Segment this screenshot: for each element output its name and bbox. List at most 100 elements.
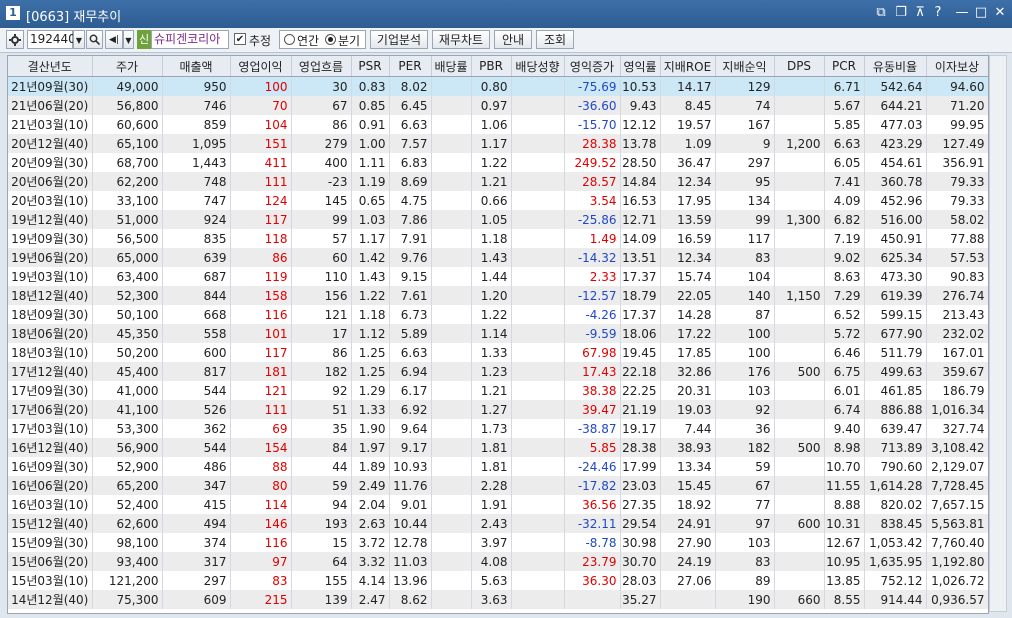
company-analysis-button[interactable]: 기업분석 <box>370 30 428 49</box>
table-cell: 38.93 <box>660 438 716 457</box>
table-row[interactable]: 18년06월(20) 45,350 558 101 17 1.12 5.89 1.14 -9.5… <box>8 324 988 343</box>
table-cell <box>431 495 472 514</box>
table-cell: 90.83 <box>926 267 988 286</box>
table-cell: 15.74 <box>660 267 716 286</box>
table-cell: 97 <box>230 552 292 571</box>
column-header[interactable]: 배당률 <box>431 56 472 77</box>
table-row[interactable]: 20년06월(20) 62,200 748 111 -23 1.19 8.69 1.21 28.… <box>8 172 988 191</box>
financial-trend-grid[interactable]: 결산년도 주가 매출액 영업이익 영업흐름 PSR PER 배당률 PBR 배당성향 영익증가 영익률… <box>7 55 989 614</box>
table-row[interactable]: 17년03월(10) 53,300 362 69 35 1.90 9.64 1.73 -38.8… <box>8 419 988 438</box>
table-row[interactable]: 20년09월(30) 68,700 1,443 411 400 1.11 6.83 1.22 2… <box>8 153 988 172</box>
table-row[interactable]: 16년03월(10) 52,400 415 114 94 2.04 9.01 1.91 36.5… <box>8 495 988 514</box>
estimate-checkbox[interactable]: ✔ <box>234 33 246 45</box>
table-cell: 17.95 <box>660 191 716 210</box>
speaker-button[interactable]: ◀| <box>105 30 123 49</box>
minimize-icon[interactable]: — <box>954 5 970 21</box>
table-cell: 279 <box>291 134 352 153</box>
help-icon[interactable]: ? <box>930 5 946 21</box>
table-cell: 154 <box>230 438 292 457</box>
column-header[interactable]: 배당성향 <box>511 56 565 77</box>
column-header[interactable]: 이자보상 <box>926 56 988 77</box>
table-cell: 1.25 <box>351 343 390 362</box>
column-header[interactable]: 지배순익 <box>715 56 775 77</box>
table-cell: 18년12월(40) <box>8 286 93 305</box>
vertical-scrollbar[interactable] <box>989 55 1007 612</box>
table-row[interactable]: 17년12월(40) 45,400 817 181 182 1.25 6.94 1.23 17.… <box>8 362 988 381</box>
table-row[interactable]: 17년06월(20) 41,100 526 111 51 1.33 6.92 1.27 39.4… <box>8 400 988 419</box>
table-cell: 103 <box>715 381 775 400</box>
table-row[interactable]: 14년12월(40) 75,300 609 215 139 2.47 8.62 3.63 35.… <box>8 590 988 609</box>
table-row[interactable]: 16년06월(20) 65,200 347 80 59 2.49 11.76 2.28 -17.… <box>8 476 988 495</box>
table-cell: 181 <box>230 362 292 381</box>
table-row[interactable]: 19년03월(10) 63,400 687 119 110 1.43 9.15 1.44 2.3… <box>8 267 988 286</box>
copy-window-icon[interactable]: ❐ <box>893 5 909 21</box>
table-cell: 3,108.42 <box>926 438 988 457</box>
table-cell: 1.22 <box>351 286 390 305</box>
table-row[interactable]: 19년06월(20) 65,000 639 86 60 1.42 9.76 1.43 -14.3… <box>8 248 988 267</box>
table-cell: 820.02 <box>864 495 927 514</box>
table-row[interactable]: 19년09월(30) 56,500 835 118 57 1.17 7.91 1.18 1.49… <box>8 229 988 248</box>
column-header[interactable]: 매출액 <box>162 56 231 77</box>
column-header[interactable]: 영익률 <box>620 56 661 77</box>
table-cell: 127.49 <box>926 134 988 153</box>
table-cell: 65,100 <box>92 134 163 153</box>
table-cell <box>774 229 825 248</box>
table-cell: 56,900 <box>92 438 163 457</box>
table-cell <box>511 286 565 305</box>
table-row[interactable]: 16년09월(30) 52,900 486 88 44 1.89 10.93 1.81 -24.… <box>8 457 988 476</box>
table-cell <box>431 514 472 533</box>
table-row[interactable]: 21년03월(10) 60,600 859 104 86 0.91 6.63 1.06 -15.… <box>8 115 988 134</box>
table-row[interactable]: 18년03월(10) 50,200 600 117 86 1.25 6.63 1.33 67.9… <box>8 343 988 362</box>
table-cell: 17년03월(10) <box>8 419 93 438</box>
table-row[interactable]: 19년12월(40) 51,000 924 117 99 1.03 7.86 1.05 -25.… <box>8 210 988 229</box>
table-cell: 19년09월(30) <box>8 229 93 248</box>
column-header[interactable]: 영업흐름 <box>291 56 352 77</box>
table-row[interactable]: 16년12월(40) 56,900 544 154 84 1.97 9.17 1.81 5.85… <box>8 438 988 457</box>
radio-quarter[interactable] <box>325 34 336 45</box>
stock-code-input[interactable]: 192440 <box>27 30 76 49</box>
table-cell: 6.17 <box>389 381 432 400</box>
column-header[interactable]: 주가 <box>92 56 163 77</box>
close-icon[interactable]: ✕ <box>992 5 1008 21</box>
table-row[interactable]: 20년03월(10) 33,100 747 124 145 0.65 4.75 0.66 3.5… <box>8 191 988 210</box>
column-header[interactable]: PSR <box>351 56 390 77</box>
column-header[interactable]: DPS <box>774 56 825 77</box>
table-row[interactable]: 15년09월(30) 98,100 374 116 15 3.72 12.78 3.97 -8.… <box>8 533 988 552</box>
table-row[interactable]: 17년09월(30) 41,000 544 121 92 1.29 6.17 1.21 38.3… <box>8 381 988 400</box>
search-button[interactable] <box>86 30 103 49</box>
link-window-icon[interactable]: ⧉ <box>873 5 889 21</box>
table-cell: 29.54 <box>620 514 661 533</box>
column-header[interactable]: 영업이익 <box>230 56 292 77</box>
column-header[interactable]: PER <box>389 56 432 77</box>
table-row[interactable]: 21년06월(20) 56,800 746 70 67 0.85 6.45 0.97 -36.6… <box>8 96 988 115</box>
table-row[interactable]: 15년06월(20) 93,400 317 97 64 3.32 11.03 4.08 23.7… <box>8 552 988 571</box>
table-cell: 6.05 <box>824 153 865 172</box>
table-row[interactable]: 20년12월(40) 65,100 1,095 151 279 1.00 7.57 1.17 2… <box>8 134 988 153</box>
column-header[interactable]: PCR <box>824 56 865 77</box>
column-header[interactable]: 영익증가 <box>564 56 621 77</box>
column-header[interactable]: 결산년도 <box>8 56 93 77</box>
guide-button[interactable]: 안내 <box>494 30 532 49</box>
maximize-icon[interactable]: □ <box>973 5 989 21</box>
table-cell: 64 <box>291 552 352 571</box>
table-row[interactable]: 15년03월(10) 121,200 297 83 155 4.14 13.96 5.63 36… <box>8 571 988 590</box>
table-row[interactable]: 18년09월(30) 50,100 668 116 121 1.18 6.73 1.22 -4.… <box>8 305 988 324</box>
query-button[interactable]: 조회 <box>536 30 574 49</box>
table-cell: 18.06 <box>620 324 661 343</box>
column-header[interactable]: PBR <box>471 56 512 77</box>
table-row[interactable]: 21년09월(30) 49,000 950 100 30 0.83 8.02 0.80 -75.… <box>8 76 988 96</box>
table-cell: 17.43 <box>564 362 621 381</box>
financial-chart-button[interactable]: 재무차트 <box>432 30 490 49</box>
table-row[interactable]: 18년12월(40) 52,300 844 158 156 1.22 7.61 1.20 -12… <box>8 286 988 305</box>
pin-icon[interactable]: ⊼ <box>912 5 928 21</box>
column-header[interactable]: 유동비율 <box>864 56 927 77</box>
settings-gear-button[interactable] <box>6 30 24 49</box>
table-row[interactable]: 15년12월(40) 62,600 494 146 193 2.63 10.44 2.43 -3… <box>8 514 988 533</box>
code-dropdown-button[interactable]: ▼ <box>73 30 85 49</box>
column-header[interactable]: 지배ROE <box>660 56 716 77</box>
speaker-dropdown-button[interactable]: ▼ <box>123 30 134 49</box>
table-cell <box>511 248 565 267</box>
company-name-field[interactable]: 슈피겐코리아 <box>151 30 229 49</box>
radio-annual[interactable] <box>284 34 295 45</box>
table-cell <box>774 533 825 552</box>
